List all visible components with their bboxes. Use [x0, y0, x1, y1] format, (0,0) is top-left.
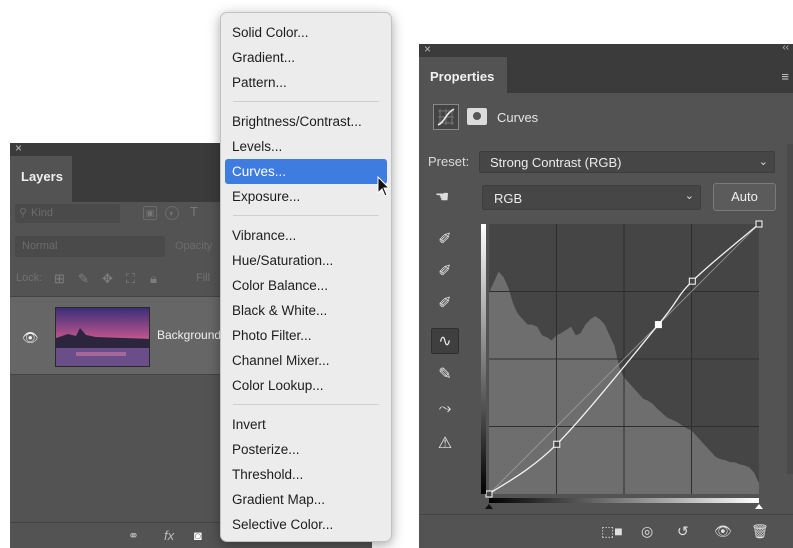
filter-adjustment-icon[interactable]: ◐ — [165, 206, 179, 220]
menu-item[interactable]: Posterize... — [221, 437, 391, 462]
add-mask-icon[interactable]: ◙ — [194, 528, 202, 543]
eyedropper-white-icon[interactable]: ✐ — [431, 291, 459, 317]
layer-mask-icon[interactable] — [467, 108, 487, 125]
artboard-icon[interactable]: ⛶ — [126, 271, 135, 287]
lock-label: Lock: — [16, 272, 43, 284]
close-icon[interactable]: × — [15, 141, 22, 155]
menu-item[interactable]: Gradient Map... — [221, 487, 391, 512]
adjustment-menu: Solid Color... Gradient... Pattern... Brigh… — [220, 12, 392, 542]
clip-to-layer-icon[interactable]: ⬚■ — [601, 523, 623, 540]
pencil-icon[interactable]: ✎ — [431, 362, 459, 388]
menu-separator — [233, 101, 379, 102]
curve-control-point[interactable] — [654, 321, 662, 329]
view-previous-icon[interactable]: ◎ — [641, 523, 653, 540]
chevron-down-icon: ⌄ — [684, 190, 694, 202]
link-icon[interactable]: ⚭ — [128, 528, 139, 544]
search-icon: ⚲ — [19, 207, 28, 219]
lock-transparency-icon[interactable]: ⊞ — [54, 271, 65, 287]
adjustment-title: Curves — [497, 110, 539, 125]
cursor-arrow-icon — [377, 176, 391, 197]
menu-item[interactable]: Channel Mixer... — [221, 348, 391, 373]
layer-thumbnail — [55, 307, 150, 367]
layer-name[interactable]: Background — [157, 328, 221, 342]
properties-footer: ⬚■ ◎ ↺ 👁︎ 🗑︎ — [419, 514, 793, 548]
menu-item[interactable]: Color Lookup... — [221, 373, 391, 398]
menu-item[interactable]: Brightness/Contrast... — [221, 109, 391, 134]
opacity-label: Opacity — [175, 240, 213, 252]
visibility-icon[interactable]: 👁︎ — [714, 523, 732, 540]
menu-item[interactable]: Hue/Saturation... — [221, 248, 391, 273]
targeted-adjustment-hand-icon[interactable]: ☚ — [435, 187, 449, 207]
channel-select[interactable]: RGB ⌄ — [482, 185, 701, 210]
tab-properties[interactable]: Properties — [419, 57, 507, 93]
menu-item[interactable]: Pattern... — [221, 70, 391, 95]
menu-item[interactable]: Color Balance... — [221, 273, 391, 298]
properties-close-bar: × ‹‹ — [419, 42, 793, 57]
menu-separator — [233, 215, 379, 216]
close-icon[interactable]: × — [424, 42, 431, 56]
properties-panel: × ‹‹ Properties ≡ Curves Preset: Strong … — [419, 42, 793, 548]
preset-row: Preset: Strong Contrast (RGB) ⌄ — [428, 151, 784, 173]
filter-pixel-icon[interactable]: ▣ — [143, 206, 157, 220]
adjustment-title-row: Curves — [433, 104, 773, 132]
menu-separator — [233, 404, 379, 405]
curve-control-point[interactable] — [755, 220, 763, 228]
filter-kind-label: Kind — [31, 207, 54, 219]
blend-mode-select[interactable]: Normal — [15, 236, 165, 257]
smooth-icon[interactable]: ⤳ — [431, 396, 459, 422]
menu-item[interactable]: Threshold... — [221, 462, 391, 487]
menu-item[interactable]: Exposure... — [221, 184, 391, 209]
fx-icon[interactable]: fx — [164, 528, 174, 543]
collapse-icon[interactable]: ‹‹ — [782, 42, 789, 53]
properties-tab-strip: Properties ≡ — [419, 57, 793, 93]
curves-adjustment-icon[interactable] — [433, 104, 459, 130]
curve-control-point[interactable] — [553, 440, 561, 448]
brush-icon[interactable]: ✎ — [78, 271, 89, 287]
curve-control-point[interactable] — [485, 490, 493, 498]
fill-label: Fill — [196, 272, 211, 284]
clipping-warning-icon[interactable]: ⚠ — [431, 431, 459, 457]
auto-button[interactable]: Auto — [713, 183, 776, 211]
curves-graph[interactable] — [479, 219, 769, 509]
input-gradient-bar — [489, 498, 759, 503]
tab-layers[interactable]: Layers — [10, 156, 72, 202]
move-icon[interactable]: ✥ — [102, 271, 113, 287]
black-point-slider[interactable] — [485, 504, 493, 509]
preset-select[interactable]: Strong Contrast (RGB) ⌄ — [479, 151, 775, 173]
filter-type-icon[interactable]: T — [187, 205, 201, 220]
menu-item[interactable]: Gradient... — [221, 45, 391, 70]
menu-item[interactable]: Invert — [221, 412, 391, 437]
white-point-slider[interactable] — [755, 504, 763, 509]
panel-menu-icon[interactable]: ≡ — [781, 69, 789, 84]
menu-item[interactable]: Vibrance... — [221, 223, 391, 248]
menu-item[interactable]: Curves... — [225, 159, 387, 184]
chevron-down-icon: ⌄ — [758, 156, 768, 168]
filter-kind-select[interactable]: ⚲ Kind — [15, 204, 120, 223]
menu-item[interactable]: Black & White... — [221, 298, 391, 323]
scrollbar[interactable] — [787, 144, 793, 474]
delete-icon[interactable]: 🗑︎ — [751, 523, 769, 540]
eyedropper-gray-icon[interactable]: ✐ — [431, 259, 459, 285]
curve-points-icon[interactable]: ∿ — [431, 328, 459, 354]
menu-item[interactable]: Solid Color... — [221, 20, 391, 45]
output-gradient-bar — [481, 224, 486, 494]
curve-control-point[interactable] — [688, 277, 696, 285]
menu-item[interactable]: Selective Color... — [221, 512, 391, 537]
preset-value: Strong Contrast (RGB) — [490, 155, 622, 170]
preset-label: Preset: — [428, 154, 470, 169]
channel-value: RGB — [494, 191, 523, 206]
menu-item[interactable]: Levels... — [221, 134, 391, 159]
reset-icon[interactable]: ↺ — [677, 523, 689, 540]
eye-icon[interactable]: 👁︎ — [22, 330, 39, 346]
eyedropper-black-icon[interactable]: ✐ — [431, 227, 459, 253]
screenshot-stage: × Layers ⚲ Kind ▣ ◐ T Normal Opacity Loc… — [0, 0, 793, 548]
lock-icon[interactable]: 🔒︎ — [150, 271, 157, 287]
menu-item[interactable]: Photo Filter... — [221, 323, 391, 348]
